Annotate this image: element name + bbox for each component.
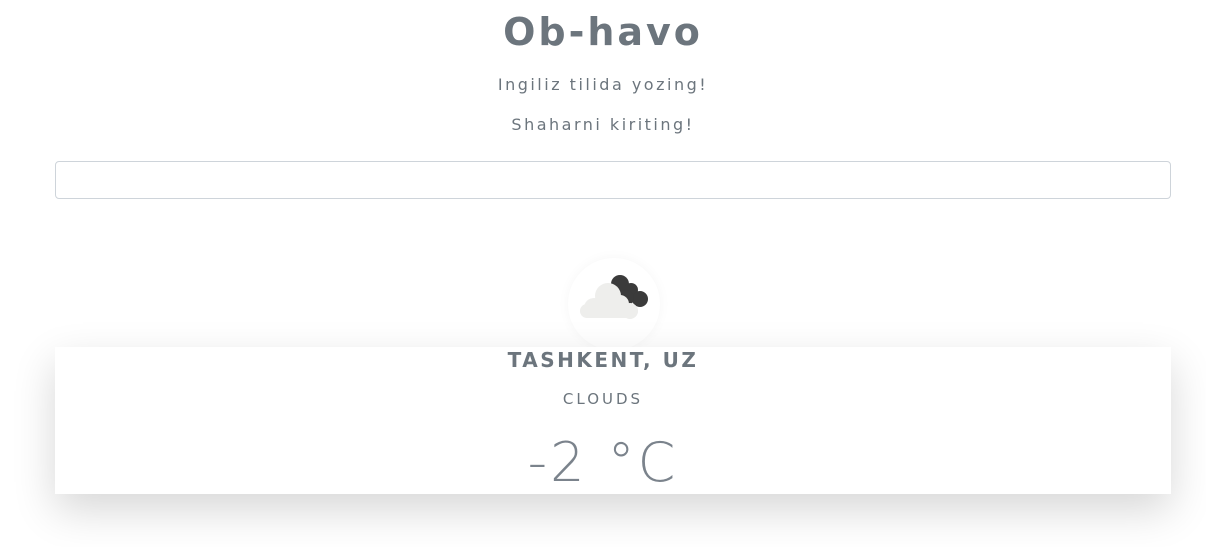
temperature-value: -2 °C (527, 431, 679, 494)
language-hint: Ingiliz tilida yozing! (497, 75, 709, 94)
city-name: TASHKENT, UZ (507, 348, 699, 372)
page-title: Ob-havo (503, 10, 703, 54)
city-search-input[interactable] (55, 161, 1171, 199)
weather-condition: CLOUDS (562, 390, 644, 408)
cloud-icon (580, 275, 648, 319)
city-prompt: Shaharni kiriting! (511, 115, 695, 134)
